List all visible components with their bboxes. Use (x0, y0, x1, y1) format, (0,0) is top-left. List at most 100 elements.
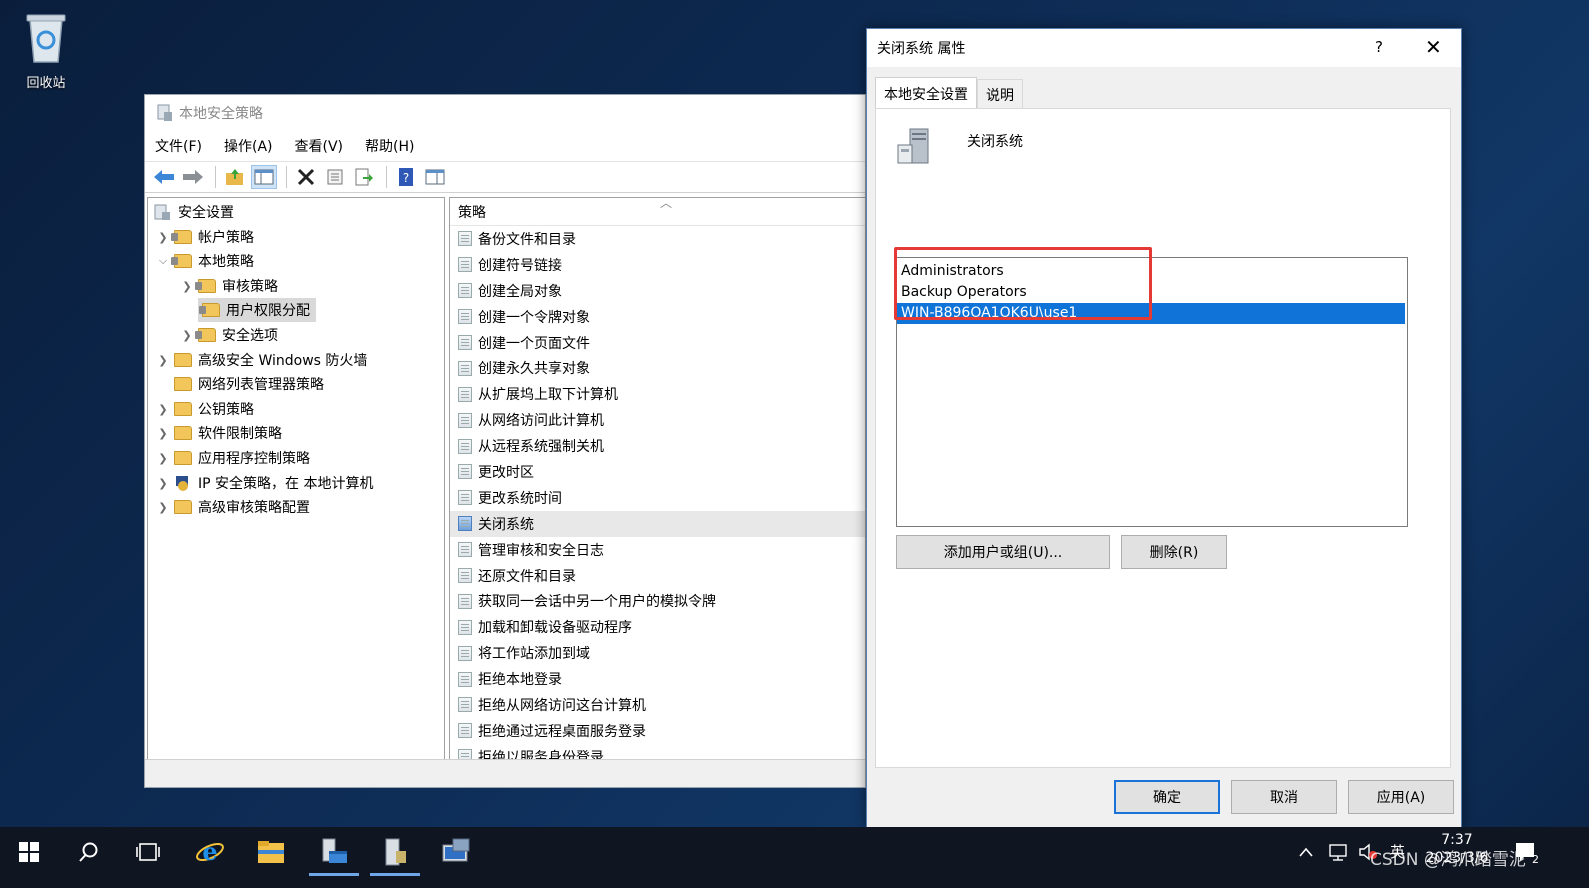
up-one-level-button[interactable] (222, 165, 248, 189)
chevron-right-icon[interactable]: ❯ (156, 501, 170, 514)
policy-row[interactable]: 从网络访问此计算机 (450, 407, 865, 433)
folder-icon (174, 377, 192, 391)
recycle-bin-label: 回收站 (26, 76, 66, 91)
policy-row[interactable]: 从远程系统强制关机 (450, 433, 865, 459)
svg-text:?: ? (403, 171, 409, 185)
policy-row-selected[interactable]: 关闭系统 (450, 510, 865, 537)
search-button[interactable] (64, 827, 114, 876)
show-hide-tree-button[interactable] (251, 165, 277, 189)
taskbar-local-security-policy[interactable] (370, 827, 420, 876)
close-icon[interactable]: ✕ (1425, 35, 1442, 59)
remove-button[interactable]: 删除(R) (1121, 535, 1227, 569)
delete-button[interactable] (293, 165, 319, 189)
tree-item-app-control[interactable]: ❯ 应用程序控制策略 (156, 446, 310, 470)
folder-icon (195, 328, 216, 342)
tree-item-user-rights-assignment[interactable]: 用户权限分配 (198, 298, 316, 322)
apply-button[interactable]: 应用(A) (1348, 780, 1454, 814)
tree-item-security-settings[interactable]: 安全设置 (154, 200, 234, 224)
policy-icon (458, 697, 472, 713)
clock[interactable]: 7:37 2023/3/6 (1425, 831, 1489, 867)
policy-icon (458, 464, 472, 480)
policy-row[interactable]: 拒绝从网络访问这台计算机 (450, 692, 865, 718)
chevron-right-icon[interactable]: ❯ (180, 329, 194, 342)
policy-row[interactable]: 获取同一会话中另一个用户的模拟令牌 (450, 588, 865, 614)
policy-row[interactable]: 更改系统时间 (450, 485, 865, 511)
chevron-right-icon[interactable]: ❯ (156, 403, 170, 416)
user-item[interactable]: Backup Operators (897, 282, 1407, 303)
tree-item-local-policy[interactable]: ⌵ 本地策略 (156, 249, 254, 273)
dialog-titlebar[interactable]: 关闭系统 属性 ? ✕ (867, 29, 1461, 67)
menu-action[interactable]: 操作(A) (224, 136, 273, 156)
tree-item-security-options[interactable]: ❯ 安全选项 (180, 323, 278, 347)
network-button[interactable] (1328, 827, 1350, 876)
export-list-button[interactable] (351, 165, 377, 189)
policy-row[interactable]: 将工作站添加到域 (450, 640, 865, 666)
show-action-pane-button[interactable] (422, 165, 448, 189)
tree-item-account-policy[interactable]: ❯ 帐户策略 (156, 225, 254, 249)
network-icon (1329, 843, 1347, 861)
user-item[interactable]: Administrators (897, 261, 1407, 282)
user-item-selected[interactable]: WIN-B896OA1OK6U\use1 (897, 303, 1405, 324)
policy-row[interactable]: 加载和卸载设备驱动程序 (450, 614, 865, 640)
policy-icon (458, 309, 472, 325)
cancel-button[interactable]: 取消 (1231, 780, 1337, 814)
taskbar-file-explorer[interactable] (246, 827, 296, 876)
action-center-button[interactable]: 2 (1514, 827, 1540, 876)
tree-item-audit-policy[interactable]: ❯ 审核策略 (180, 274, 278, 298)
chevron-right-icon[interactable]: ❯ (156, 231, 170, 244)
clock-time: 7:37 (1441, 832, 1473, 848)
chevron-down-icon[interactable]: ⌵ (156, 254, 170, 268)
policy-row[interactable]: 创建符号链接 (450, 252, 865, 278)
forward-button[interactable] (180, 165, 206, 189)
policy-row[interactable]: 更改时区 (450, 459, 865, 485)
policy-row[interactable]: 创建一个页面文件 (450, 330, 865, 356)
policy-row[interactable]: 创建全局对象 (450, 278, 865, 304)
policy-row[interactable]: 从扩展坞上取下计算机 (450, 381, 865, 407)
tree-item-ip-security[interactable]: ❯ IP 安全策略，在 本地计算机 (156, 471, 373, 495)
tree-item-public-key-policy[interactable]: ❯ 公钥策略 (156, 397, 254, 421)
taskbar-server-manager[interactable] (309, 827, 359, 876)
tree-item-software-restriction[interactable]: ❯ 软件限制策略 (156, 421, 282, 445)
back-button[interactable] (151, 165, 177, 189)
ok-button[interactable]: 确定 (1114, 780, 1220, 814)
policy-row[interactable]: 管理审核和安全日志 (450, 537, 865, 563)
chevron-right-icon[interactable]: ❯ (156, 427, 170, 440)
tree-item-firewall[interactable]: ❯ 高级安全 Windows 防火墙 (156, 348, 367, 372)
column-header-policy[interactable]: 策略 ︿ (450, 198, 865, 226)
menu-help[interactable]: 帮助(H) (365, 136, 414, 156)
chevron-right-icon[interactable]: ❯ (156, 452, 170, 465)
start-button[interactable] (4, 827, 54, 876)
mmc-titlebar[interactable]: 本地安全策略 (145, 95, 865, 131)
tree-item-advanced-audit[interactable]: ❯ 高级审核策略配置 (156, 495, 310, 519)
tab-local-security-setting[interactable]: 本地安全设置 (875, 77, 977, 109)
folder-icon (199, 303, 220, 317)
chevron-right-icon[interactable]: ❯ (180, 280, 194, 293)
policy-row[interactable]: 拒绝通过远程桌面服务登录 (450, 718, 865, 744)
chevron-right-icon[interactable]: ❯ (156, 477, 170, 490)
users-listbox[interactable]: Administrators Backup Operators WIN-B896… (894, 247, 1408, 527)
menu-bar: 文件(F) 操作(A) 查看(V) 帮助(H) (145, 131, 865, 161)
tab-explain[interactable]: 说明 (977, 79, 1023, 109)
help-button[interactable]: ? (1375, 38, 1383, 56)
policy-row[interactable]: 创建一个令牌对象 (450, 304, 865, 330)
taskbar-remote-desktop[interactable] (431, 827, 481, 876)
folder-icon (174, 500, 192, 514)
properties-button[interactable] (322, 165, 348, 189)
chevron-right-icon[interactable]: ❯ (156, 354, 170, 367)
menu-view[interactable]: 查看(V) (295, 136, 344, 156)
policy-icon (458, 645, 472, 661)
taskbar-internet-explorer[interactable]: e (185, 827, 235, 876)
recycle-bin-shortcut[interactable]: 回收站 (14, 8, 78, 91)
policy-row[interactable]: 创建永久共享对象 (450, 355, 865, 381)
policy-row[interactable]: 还原文件和目录 (450, 563, 865, 589)
security-policy-icon (385, 838, 406, 865)
help-button[interactable]: ? (393, 165, 419, 189)
policy-row[interactable]: 备份文件和目录 (450, 226, 865, 252)
tree-item-network-list-policy[interactable]: 网络列表管理器策略 (174, 372, 324, 396)
add-user-or-group-button[interactable]: 添加用户或组(U)... (896, 535, 1110, 569)
menu-file[interactable]: 文件(F) (155, 136, 202, 156)
show-hidden-icons-button[interactable] (1298, 827, 1314, 876)
task-view-button[interactable] (123, 827, 173, 876)
policy-row[interactable]: 拒绝本地登录 (450, 666, 865, 692)
notification-count: 2 (1532, 853, 1539, 866)
